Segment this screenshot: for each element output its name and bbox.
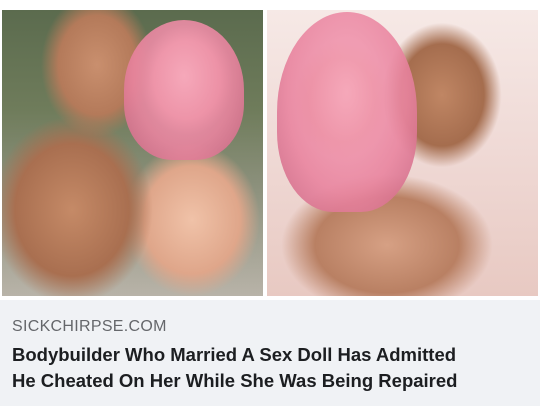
link-preview-image[interactable] (0, 0, 540, 300)
photo-left (2, 10, 263, 296)
doll-hair-left (124, 20, 244, 160)
doll-hair-right (277, 12, 417, 212)
source-domain: SICKCHIRPSE.COM (12, 318, 167, 335)
link-preview-card[interactable]: SICKCHIRPSE.COM Bodybuilder Who Married … (0, 0, 540, 406)
headline[interactable]: Bodybuilder Who Married A Sex Doll Has A… (12, 342, 532, 394)
headline-line-1: Bodybuilder Who Married A Sex Doll Has A… (12, 344, 457, 365)
link-preview-text[interactable]: SICKCHIRPSE.COM Bodybuilder Who Married … (0, 300, 540, 406)
photo-right (267, 10, 538, 296)
headline-line-2: He Cheated On Her While She Was Being Re… (12, 370, 458, 391)
